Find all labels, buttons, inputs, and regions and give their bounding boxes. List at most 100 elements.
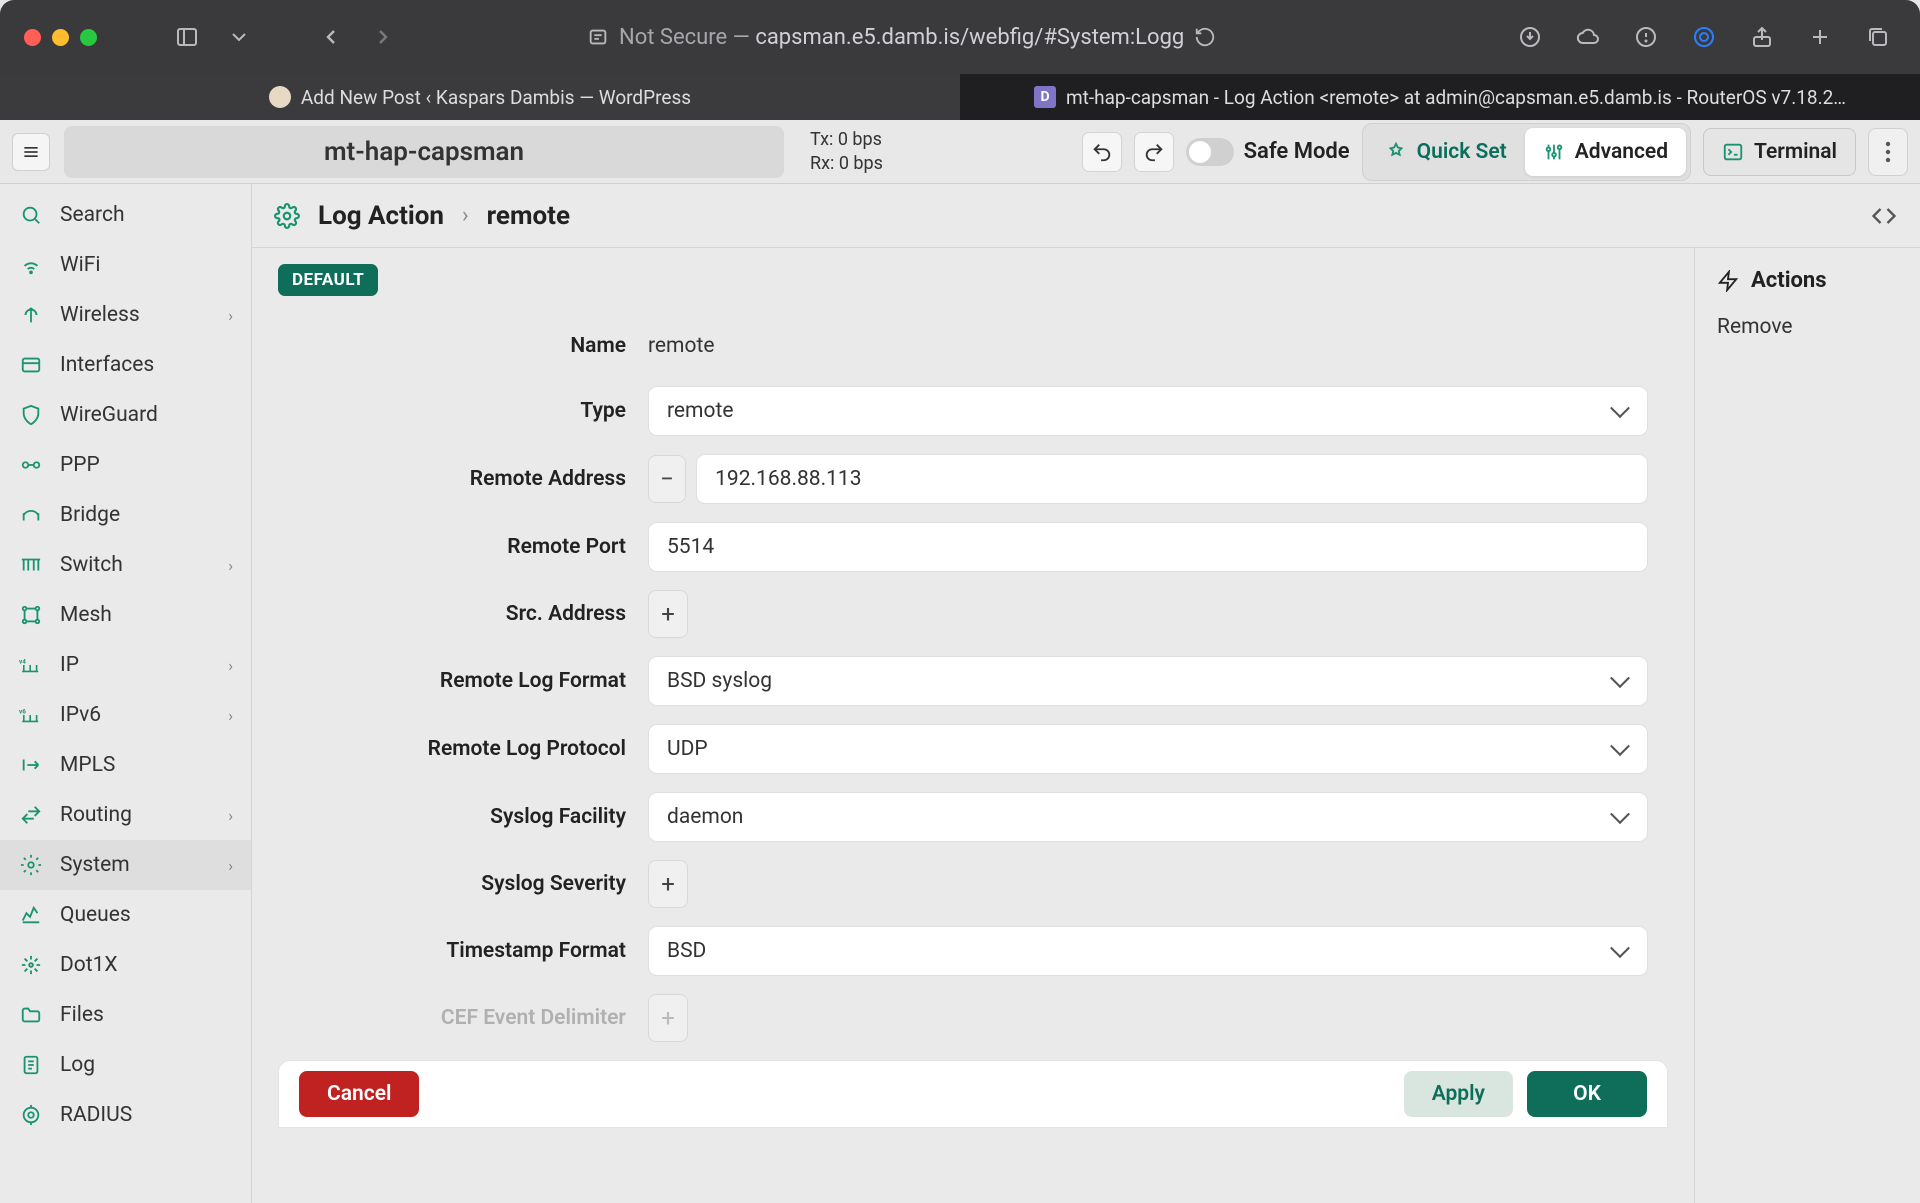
ok-button[interactable]: OK	[1527, 1071, 1647, 1117]
close-window-button[interactable]	[24, 29, 41, 46]
favicon-avatar-icon	[269, 86, 291, 108]
new-tab-icon[interactable]	[1802, 19, 1838, 55]
sidebar-item-files[interactable]: Files	[0, 990, 251, 1040]
remove-action[interactable]: Remove	[1717, 315, 1898, 339]
remove-address-button[interactable]: −	[648, 455, 686, 503]
remote-log-protocol-select[interactable]: UDP	[648, 724, 1648, 774]
reader-mode-icon[interactable]	[587, 26, 609, 48]
apply-button[interactable]: Apply	[1404, 1071, 1513, 1117]
sidebar-item-label: IP	[60, 653, 79, 677]
sidebar-item-wireguard[interactable]: WireGuard	[0, 390, 251, 440]
tab-label: Add New Post ‹ Kaspars Dambis — WordPres…	[301, 86, 691, 109]
name-value: remote	[648, 324, 1648, 368]
sidebar-item-ppp[interactable]: PPP	[0, 440, 251, 490]
back-button[interactable]	[313, 19, 349, 55]
syslog-facility-select[interactable]: daemon	[648, 792, 1648, 842]
sidebar-item-label: Routing	[60, 803, 132, 827]
cancel-button[interactable]: Cancel	[299, 1071, 419, 1117]
sidebar-item-wireless[interactable]: Wireless›	[0, 290, 251, 340]
redo-button[interactable]	[1134, 132, 1174, 172]
tabs-overview-icon[interactable]	[1860, 19, 1896, 55]
sidebar-item-label: Interfaces	[60, 353, 154, 377]
svg-text:v6: v6	[19, 707, 26, 715]
shield-icon	[18, 404, 44, 426]
code-view-icon[interactable]	[1870, 202, 1898, 230]
rx-stat: Rx: 0 bps	[810, 152, 883, 175]
sidebar-item-queues[interactable]: Queues	[0, 890, 251, 940]
forward-button[interactable]	[365, 19, 401, 55]
sidebar-item-dot1x[interactable]: Dot1X	[0, 940, 251, 990]
ip-icon: v4	[18, 655, 44, 675]
remote-address-input[interactable]: 192.168.88.113	[696, 454, 1648, 504]
downloads-icon[interactable]	[1512, 19, 1548, 55]
search-icon	[18, 204, 44, 226]
browser-tab-routeros[interactable]: D mt-hap-capsman - Log Action <remote> a…	[960, 74, 1920, 120]
cloud-icon[interactable]	[1570, 19, 1606, 55]
privacy-report-icon[interactable]	[1628, 19, 1664, 55]
sidebar-item-mpls[interactable]: MPLS	[0, 740, 251, 790]
extension-icon[interactable]	[1686, 19, 1722, 55]
mpls-icon	[18, 754, 44, 776]
gear-icon	[18, 854, 44, 876]
sidebar-item-log[interactable]: Log	[0, 1040, 251, 1090]
sidebar-item-ip[interactable]: v4IP›	[0, 640, 251, 690]
antenna-icon	[18, 304, 44, 326]
chevron-right-icon: ›	[228, 806, 233, 825]
sidebar-item-bridge[interactable]: Bridge	[0, 490, 251, 540]
menu-toggle-button[interactable]	[12, 133, 50, 171]
timestamp-format-select[interactable]: BSD	[648, 926, 1648, 976]
mesh-icon	[18, 604, 44, 626]
more-menu-button[interactable]	[1868, 128, 1908, 176]
minimize-window-button[interactable]	[52, 29, 69, 46]
remote-log-protocol-label: Remote Log Protocol	[278, 737, 648, 761]
routing-icon	[18, 804, 44, 826]
advanced-button[interactable]: Advanced	[1525, 128, 1686, 176]
browser-tab-wordpress[interactable]: Add New Post ‹ Kaspars Dambis — WordPres…	[0, 74, 960, 120]
name-label: Name	[278, 334, 648, 358]
device-identity[interactable]: mt-hap-capsman	[64, 126, 784, 178]
sidebar-item-interfaces[interactable]: Interfaces	[0, 340, 251, 390]
sidebar-item-search[interactable]: Search	[0, 190, 251, 240]
tab-overview-dropdown-icon[interactable]	[221, 19, 257, 55]
share-icon[interactable]	[1744, 19, 1780, 55]
safe-mode-label: Safe Mode	[1244, 139, 1350, 164]
toolbar-right	[1512, 19, 1896, 55]
quick-set-button[interactable]: Quick Set	[1367, 128, 1525, 176]
tab-label: mt-hap-capsman - Log Action <remote> at …	[1066, 86, 1846, 109]
remote-log-format-label: Remote Log Format	[278, 669, 648, 693]
reload-icon[interactable]	[1194, 26, 1216, 48]
mode-switch: Quick Set Advanced	[1362, 123, 1691, 181]
type-label: Type	[278, 399, 648, 423]
src-address-label: Src. Address	[278, 602, 648, 626]
sidebar-item-mesh[interactable]: Mesh	[0, 590, 251, 640]
wifi-icon	[18, 254, 44, 276]
breadcrumb-main[interactable]: Log Action	[318, 201, 444, 231]
type-select[interactable]: remote	[648, 386, 1648, 436]
chevron-right-icon: ›	[228, 706, 233, 725]
actions-title: Actions	[1751, 268, 1827, 293]
remote-log-format-select[interactable]: BSD syslog	[648, 656, 1648, 706]
sidebar-item-label: Mesh	[60, 603, 112, 627]
breadcrumb: Log Action › remote	[252, 184, 1920, 248]
add-syslog-severity-button[interactable]: +	[648, 860, 688, 908]
breadcrumb-sub: remote	[487, 201, 570, 231]
sidebar-item-label: Files	[60, 1003, 104, 1027]
sidebar-item-system[interactable]: System›	[0, 840, 251, 890]
remote-address-label: Remote Address	[278, 467, 648, 491]
sidebar-toggle-icon[interactable]	[169, 19, 205, 55]
address-bar[interactable]: Not Secure — capsman.e5.damb.is/webfig/#…	[527, 25, 1277, 50]
log-icon	[18, 1054, 44, 1076]
sidebar-item-radius[interactable]: RADIUS	[0, 1090, 251, 1140]
undo-button[interactable]	[1082, 132, 1122, 172]
remote-port-input[interactable]: 5514	[648, 522, 1648, 572]
add-src-address-button[interactable]: +	[648, 590, 688, 638]
sidebar-item-routing[interactable]: Routing ›	[0, 790, 251, 840]
sidebar-item-wifi[interactable]: WiFi	[0, 240, 251, 290]
safe-mode-toggle[interactable]	[1186, 138, 1234, 166]
sidebar-item-label: Log	[60, 1053, 95, 1077]
sidebar-item-ipv6[interactable]: v6IPv6›	[0, 690, 251, 740]
remote-log-format-value: BSD syslog	[667, 669, 772, 693]
terminal-button[interactable]: Terminal	[1703, 128, 1856, 176]
maximize-window-button[interactable]	[80, 29, 97, 46]
sidebar-item-switch[interactable]: Switch›	[0, 540, 251, 590]
